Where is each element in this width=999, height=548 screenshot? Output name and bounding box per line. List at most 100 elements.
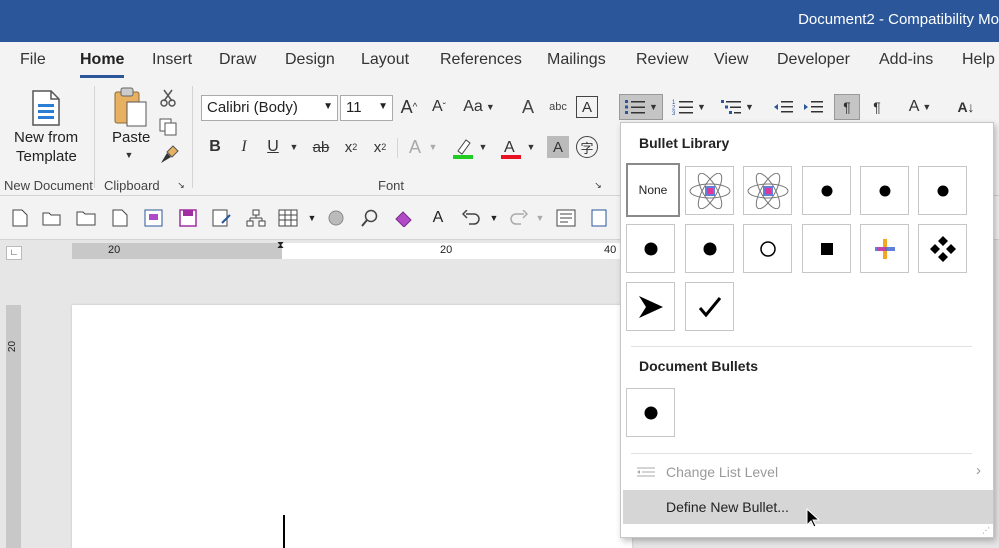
font-color-icon[interactable]: A [499, 136, 523, 160]
paste-button[interactable] [110, 86, 150, 128]
chevron-down-icon[interactable]: ▼ [477, 140, 489, 154]
asian-layout-icon[interactable]: A ▼ [900, 94, 940, 120]
bullet-option-dot-4[interactable] [626, 224, 675, 273]
chevron-down-icon[interactable]: ▼ [288, 140, 300, 154]
increase-indent-icon[interactable] [801, 94, 825, 120]
phonetic-guide-icon[interactable]: abc [546, 96, 570, 118]
resize-grip-icon[interactable]: ⋰ [982, 526, 990, 535]
bold-button[interactable]: B [205, 136, 225, 158]
strikethrough-button[interactable]: ab [309, 136, 333, 158]
font-size-select[interactable]: 11 ▼ [340, 95, 393, 121]
document-bullet-dot[interactable] [626, 388, 675, 437]
tab-view[interactable]: View [714, 51, 748, 69]
mouse-pointer-icon [806, 508, 820, 528]
clear-formatting-icon[interactable]: A [517, 96, 539, 118]
tab-design[interactable]: Design [285, 51, 335, 69]
superscript-button[interactable]: x2 [369, 136, 391, 158]
bullet-option-dot-2[interactable] [860, 166, 909, 215]
tab-insert[interactable]: Insert [152, 51, 192, 69]
chevron-down-icon[interactable]: ▼ [484, 208, 504, 228]
font-style-icon[interactable]: A [428, 208, 448, 228]
dialog-launcher-icon[interactable]: ↘ [593, 180, 603, 190]
redo-icon[interactable] [508, 208, 528, 228]
right-to-left-icon[interactable]: ¶ [866, 94, 888, 120]
bullet-option-dot-5[interactable] [685, 224, 734, 273]
change-case-button[interactable]: Aa ▼ [462, 96, 496, 118]
text-effects-button[interactable]: A [404, 136, 426, 158]
enclose-characters-icon[interactable]: 字 [576, 136, 598, 158]
save-icon[interactable] [178, 208, 198, 228]
font-name-select[interactable]: Calibri (Body) ▼ [201, 95, 338, 121]
tab-file[interactable]: File [20, 51, 46, 69]
vertical-ruler[interactable]: 20 [6, 305, 21, 548]
numbering-button[interactable]: 123 ▼ [669, 94, 709, 120]
tab-layout[interactable]: Layout [361, 51, 409, 69]
tab-references[interactable]: References [440, 51, 522, 69]
chevron-down-icon[interactable]: ▼ [302, 208, 322, 228]
tab-mailings[interactable]: Mailings [547, 51, 606, 69]
horizontal-ruler[interactable]: 20 20 40 ⧗ [72, 240, 622, 259]
shape-circle-icon[interactable] [326, 208, 346, 228]
tab-help[interactable]: Help [962, 51, 995, 69]
blank-page-icon[interactable] [110, 208, 130, 228]
page-view-icon[interactable] [556, 208, 576, 228]
multilevel-list-button[interactable]: ▼ [717, 94, 757, 120]
decrease-indent-icon[interactable] [771, 94, 795, 120]
shrink-font-icon[interactable]: Aˇ [428, 96, 450, 118]
highlight-icon[interactable] [451, 136, 475, 160]
tab-home[interactable]: Home [80, 51, 125, 78]
bullet-option-hollow-circle[interactable] [743, 224, 792, 273]
document-page[interactable] [72, 305, 632, 548]
tab-draw[interactable]: Draw [219, 51, 256, 69]
subscript-button[interactable]: x2 [340, 136, 362, 158]
bullet-option-none[interactable]: None [626, 163, 680, 217]
bullet-option-checkmark[interactable] [685, 282, 734, 331]
bullet-option-dot-3[interactable] [918, 166, 967, 215]
bullet-option-dot-1[interactable] [802, 166, 851, 215]
hierarchy-icon[interactable] [246, 208, 266, 228]
bullet-option-four-diamonds[interactable] [918, 224, 967, 273]
chevron-down-icon[interactable]: ▼ [530, 208, 550, 228]
save-as-icon[interactable] [144, 208, 164, 228]
multilevel-list-icon [721, 100, 742, 114]
zoom-icon[interactable] [360, 208, 380, 228]
group-label-new-document: New Document [4, 178, 93, 193]
chevron-down-icon[interactable]: ▼ [124, 150, 134, 160]
table-icon[interactable] [278, 208, 298, 228]
format-painter-icon[interactable] [158, 144, 180, 166]
edit-document-icon[interactable] [212, 208, 232, 228]
new-document-icon[interactable] [10, 208, 30, 228]
bullet-option-arrow[interactable] [626, 282, 675, 331]
copy-icon[interactable] [158, 117, 178, 137]
eraser-icon[interactable] [394, 208, 414, 228]
bullet-option-atom-2[interactable] [743, 166, 792, 215]
change-list-level-item[interactable]: Change List Level › [623, 455, 993, 489]
new-from-template-button[interactable] [26, 88, 66, 128]
indent-marker-icon[interactable]: ⧗ [277, 240, 284, 251]
undo-icon[interactable] [462, 208, 482, 228]
bullets-button[interactable]: ▼ [619, 94, 663, 120]
cut-icon[interactable] [158, 88, 178, 108]
open-icon[interactable] [42, 208, 62, 228]
filled-circle-icon [703, 242, 716, 255]
grow-font-icon[interactable]: A ^ [398, 96, 420, 118]
bullet-option-color-cross[interactable] [860, 224, 909, 273]
sort-icon[interactable]: A↓ [953, 94, 979, 120]
tab-review[interactable]: Review [636, 51, 688, 69]
underline-button[interactable]: U [263, 136, 283, 158]
chevron-down-icon[interactable]: ▼ [427, 140, 439, 154]
left-to-right-icon[interactable]: ¶ [834, 94, 860, 120]
character-shading-icon[interactable]: A [547, 136, 569, 158]
tab-developer[interactable]: Developer [777, 51, 850, 69]
folder-icon[interactable] [76, 208, 96, 228]
chevron-down-icon[interactable]: ▼ [525, 140, 537, 154]
italic-button[interactable]: I [234, 136, 254, 158]
dialog-launcher-icon[interactable]: ↘ [176, 180, 186, 190]
tab-selector[interactable]: ∟ [6, 246, 22, 260]
filled-circle-icon [879, 185, 890, 196]
bullet-option-atom-1[interactable] [685, 166, 734, 215]
tab-add-ins[interactable]: Add-ins [879, 51, 933, 69]
send-document-icon[interactable] [590, 208, 610, 228]
bullet-option-square[interactable] [802, 224, 851, 273]
character-border-icon[interactable]: A [576, 96, 598, 118]
